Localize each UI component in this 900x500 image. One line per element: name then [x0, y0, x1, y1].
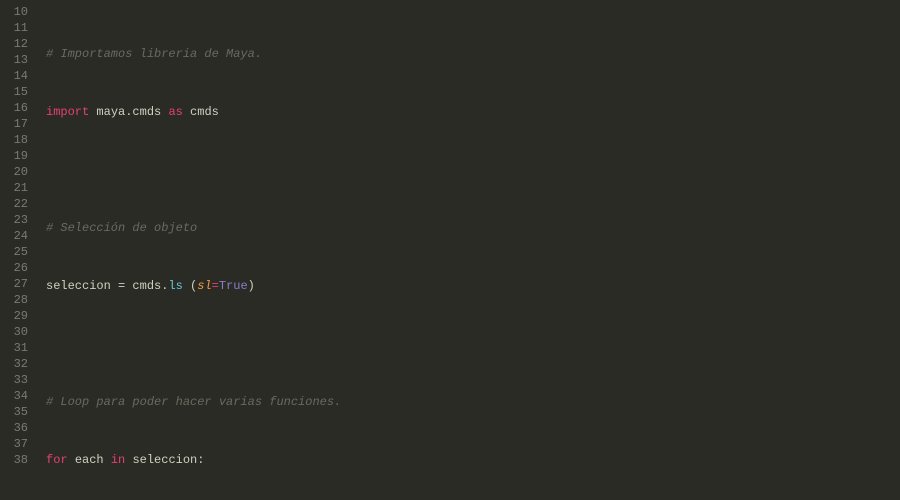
line-number: 18: [0, 132, 38, 148]
line-number: 38: [0, 452, 38, 468]
keyword-as: as: [168, 105, 182, 119]
variable: seleccion: [46, 279, 111, 293]
code-line[interactable]: # Importamos libreria de Maya.: [38, 46, 900, 62]
line-number-gutter: 10 11 12 13 14 15 16 17 18 19 20 21 22 2…: [0, 0, 38, 500]
line-number: 30: [0, 324, 38, 340]
line-number: 31: [0, 340, 38, 356]
constant: True: [219, 279, 248, 293]
keyword-in: in: [111, 453, 125, 467]
code-line[interactable]: # Selección de objeto: [38, 220, 900, 236]
kwarg: sl: [197, 279, 211, 293]
line-number: 21: [0, 180, 38, 196]
operator-assign: =: [111, 279, 133, 293]
line-number: 37: [0, 436, 38, 452]
line-number: 24: [0, 228, 38, 244]
colon: :: [197, 453, 204, 467]
code-line[interactable]: seleccion = cmds.ls (sl=True): [38, 278, 900, 294]
line-number: 11: [0, 20, 38, 36]
line-number: 13: [0, 52, 38, 68]
method: ls: [168, 279, 182, 293]
line-number: 12: [0, 36, 38, 52]
kwarg-eq: =: [212, 279, 219, 293]
line-number: 15: [0, 84, 38, 100]
alias-name: cmds: [190, 105, 219, 119]
keyword-import: import: [46, 105, 89, 119]
comment: # Importamos libreria de Maya.: [46, 47, 262, 61]
line-number: 35: [0, 404, 38, 420]
line-number: 32: [0, 356, 38, 372]
line-number: 26: [0, 260, 38, 276]
iterable: seleccion: [132, 453, 197, 467]
line-number: 16: [0, 100, 38, 116]
line-number: 33: [0, 372, 38, 388]
line-number: 25: [0, 244, 38, 260]
code-line[interactable]: for each in seleccion:: [38, 452, 900, 468]
line-number: 34: [0, 388, 38, 404]
code-editor[interactable]: 10 11 12 13 14 15 16 17 18 19 20 21 22 2…: [0, 0, 900, 500]
line-number: 10: [0, 4, 38, 20]
comment: # Selección de objeto: [46, 221, 197, 235]
line-number: 19: [0, 148, 38, 164]
code-area[interactable]: # Importamos libreria de Maya. import ma…: [38, 0, 900, 500]
line-number: 23: [0, 212, 38, 228]
line-number: 36: [0, 420, 38, 436]
module-name: maya.cmds: [96, 105, 161, 119]
code-line[interactable]: import maya.cmds as cmds: [38, 104, 900, 120]
line-number: 17: [0, 116, 38, 132]
line-number: 29: [0, 308, 38, 324]
paren-close: ): [248, 279, 255, 293]
line-number: 27: [0, 276, 38, 292]
loop-var: each: [75, 453, 104, 467]
comment: # Loop para poder hacer varias funciones…: [46, 395, 341, 409]
line-number: 22: [0, 196, 38, 212]
line-number: 14: [0, 68, 38, 84]
code-line[interactable]: # Loop para poder hacer varias funciones…: [38, 394, 900, 410]
code-line[interactable]: [38, 162, 900, 178]
code-line[interactable]: [38, 336, 900, 352]
object: cmds: [132, 279, 161, 293]
line-number: 20: [0, 164, 38, 180]
space: [183, 279, 190, 293]
line-number: 28: [0, 292, 38, 308]
keyword-for: for: [46, 453, 68, 467]
